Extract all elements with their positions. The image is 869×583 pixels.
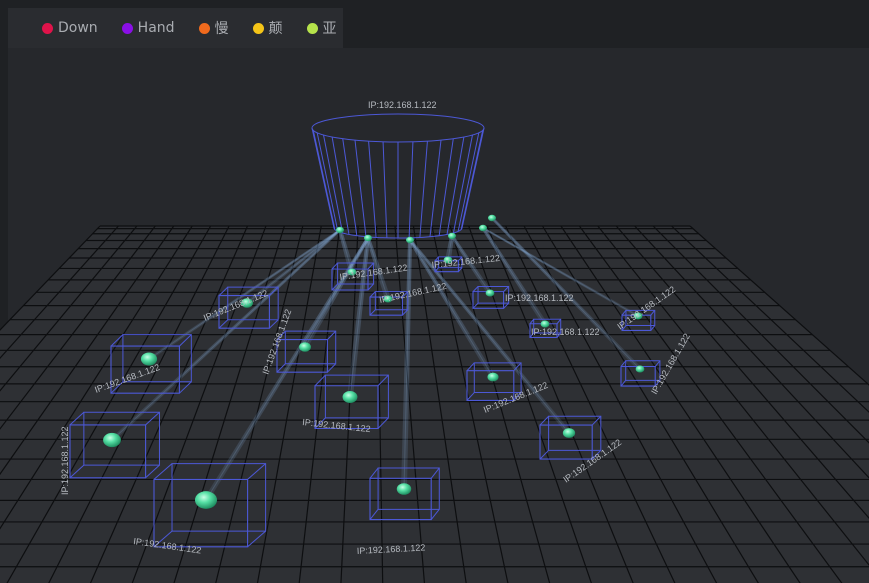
server-cylinder[interactable]: IP:192.168.1.122 xyxy=(311,100,496,244)
server-ip-label: IP:192.168.1.122 xyxy=(368,100,437,110)
topology-3d-scene[interactable]: IP:192.168.1.122 IP:192.168.1.122 IP:192.… xyxy=(0,0,869,583)
server-port-sphere xyxy=(479,224,487,232)
node-sphere xyxy=(396,483,412,495)
node-sphere xyxy=(635,365,645,373)
topology-app: Down Hand 慢 颠 亚 IP:192.168.1.122 IP:192.… xyxy=(0,0,869,583)
node-sphere xyxy=(562,428,576,438)
node-sphere xyxy=(487,372,499,382)
node-sphere xyxy=(485,289,495,297)
node-sphere xyxy=(299,342,311,352)
node-ip-label: IP:192.168.1.122 xyxy=(531,327,600,337)
server-top-rim xyxy=(311,113,485,143)
node-sphere xyxy=(194,491,218,509)
server-port-sphere xyxy=(406,236,414,244)
node-sphere xyxy=(103,432,121,448)
server-port-sphere xyxy=(448,232,456,240)
node-ip-label: IP:192.168.1.122 xyxy=(505,293,574,303)
server-port-sphere xyxy=(364,234,372,242)
server-port-sphere xyxy=(488,214,496,222)
node-sphere xyxy=(342,391,358,403)
node-ip-label: IP:192.168.1.122 xyxy=(60,426,70,495)
server-port-sphere xyxy=(336,226,344,234)
